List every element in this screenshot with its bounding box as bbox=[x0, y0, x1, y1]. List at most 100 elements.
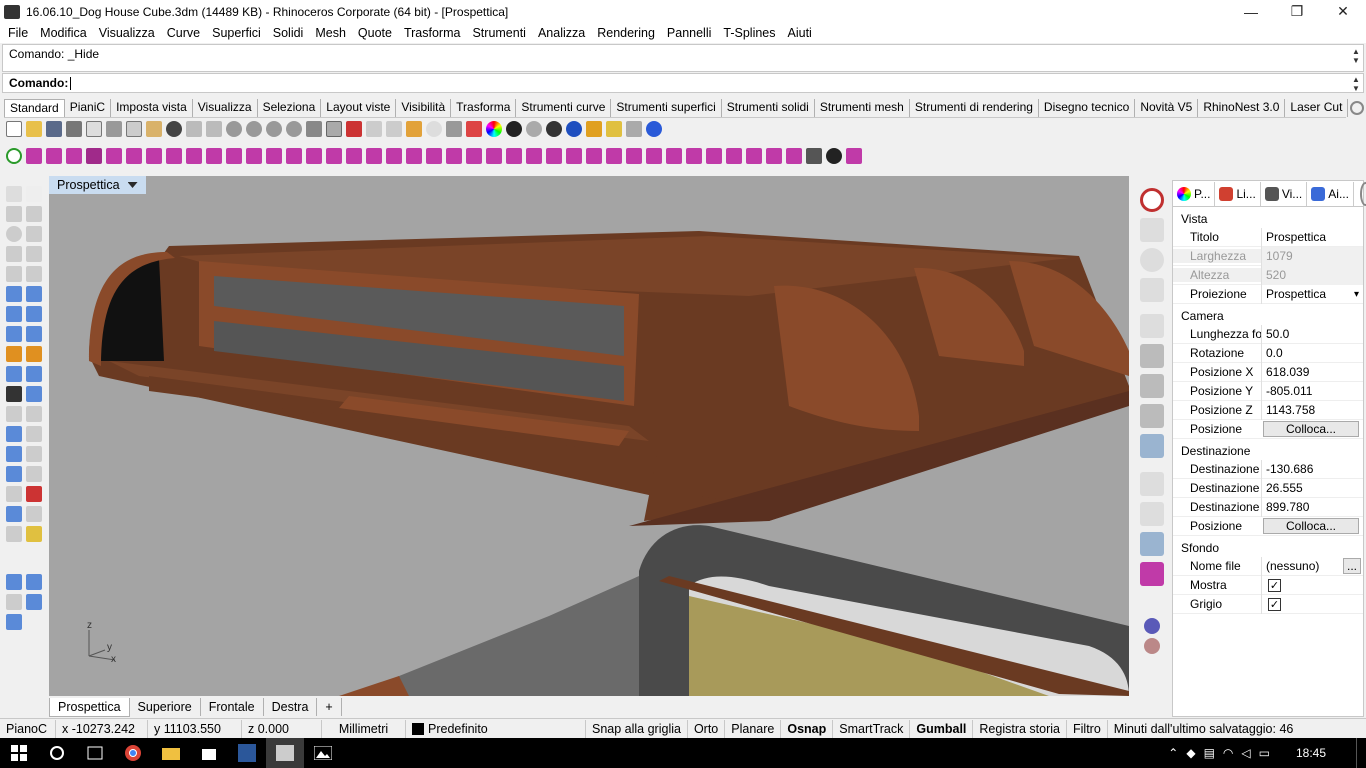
solid-tools-icon[interactable] bbox=[26, 306, 42, 322]
notifications-icon[interactable]: ▭ bbox=[1259, 746, 1270, 760]
zoom-extents-icon[interactable] bbox=[266, 121, 282, 137]
tspline-sweep-icon[interactable] bbox=[226, 148, 242, 164]
add-view-tab-button[interactable]: + bbox=[317, 698, 342, 716]
nome-file-field[interactable]: (nessuno)... bbox=[1261, 556, 1363, 576]
destinazione-colloca-button[interactable]: Colloca... bbox=[1263, 518, 1359, 534]
volume-icon[interactable]: ◁ bbox=[1241, 746, 1250, 760]
rotazione-field[interactable]: 0.0 bbox=[1261, 343, 1363, 363]
tab-imposta-vista[interactable]: Imposta vista bbox=[111, 99, 193, 117]
new-file-icon[interactable] bbox=[6, 121, 22, 137]
tspline-quadball-icon[interactable] bbox=[126, 148, 142, 164]
tspline-rail-icon[interactable] bbox=[246, 148, 262, 164]
status-gumball[interactable]: Gumball bbox=[910, 719, 974, 738]
curve-icon[interactable] bbox=[26, 206, 42, 222]
menu-solidi[interactable]: Solidi bbox=[267, 26, 310, 40]
power-icon[interactable] bbox=[6, 148, 22, 164]
tspline-ring-icon[interactable] bbox=[686, 148, 702, 164]
posizione-x-field[interactable]: 618.039 bbox=[1261, 362, 1363, 382]
point-icon[interactable] bbox=[26, 186, 42, 202]
viewport-title-tab[interactable]: Prospettica bbox=[49, 176, 146, 194]
polygon-icon[interactable] bbox=[26, 246, 42, 262]
clock[interactable]: 18:45 bbox=[1296, 746, 1326, 760]
ghosted-sphere-icon[interactable] bbox=[546, 121, 562, 137]
mesh-icon[interactable] bbox=[6, 366, 22, 382]
tspline-delete-icon[interactable] bbox=[326, 148, 342, 164]
status-layer[interactable]: Predefinito bbox=[406, 719, 586, 738]
task-view-icon[interactable] bbox=[76, 738, 114, 768]
menu-strumenti[interactable]: Strumenti bbox=[466, 26, 532, 40]
globe-icon[interactable] bbox=[1140, 248, 1164, 272]
panel-tab-help[interactable]: Ai... bbox=[1307, 181, 1354, 206]
tspline-extrude-icon[interactable] bbox=[166, 148, 182, 164]
tab-layout-viste[interactable]: Layout viste bbox=[321, 99, 397, 117]
destinazione-z-field[interactable]: 899.780 bbox=[1261, 497, 1363, 517]
lock-icon[interactable] bbox=[446, 121, 462, 137]
cylinder-icon[interactable] bbox=[6, 326, 22, 342]
viewport-menu-arrow-icon[interactable] bbox=[127, 182, 138, 188]
copy-icon[interactable] bbox=[126, 121, 142, 137]
view-tab-superiore[interactable]: Superiore bbox=[130, 698, 201, 716]
tab-standard[interactable]: Standard bbox=[4, 99, 65, 117]
minimize-button[interactable]: — bbox=[1228, 0, 1274, 23]
tspline-export-icon[interactable] bbox=[786, 148, 802, 164]
menu-analizza[interactable]: Analizza bbox=[532, 26, 591, 40]
menu-pannelli[interactable]: Pannelli bbox=[661, 26, 717, 40]
menu-tsplines[interactable]: T-Splines bbox=[717, 26, 781, 40]
transform-icon[interactable] bbox=[6, 446, 22, 462]
status-cplane[interactable]: PianoC bbox=[0, 719, 56, 738]
tab-strumenti-mesh[interactable]: Strumenti mesh bbox=[815, 99, 910, 117]
status-smarttrack[interactable]: SmartTrack bbox=[833, 719, 911, 738]
tspline-unweld-icon[interactable] bbox=[406, 148, 422, 164]
history-scrollbar[interactable]: ▲ ▼ bbox=[1350, 47, 1362, 71]
analyze-icon[interactable] bbox=[26, 386, 42, 402]
view-tab-frontale[interactable]: Frontale bbox=[201, 698, 264, 716]
array-icon[interactable] bbox=[6, 466, 22, 482]
panel-tab-properties[interactable]: P... bbox=[1173, 181, 1216, 206]
options-icon[interactable] bbox=[606, 121, 622, 137]
grigio-checkbox[interactable]: ✓ bbox=[1268, 597, 1281, 611]
store-icon[interactable] bbox=[190, 738, 228, 768]
destinazione-y-field[interactable]: 26.555 bbox=[1261, 478, 1363, 498]
chrome-icon[interactable] bbox=[114, 738, 152, 768]
tab-visualizza[interactable]: Visualizza bbox=[193, 99, 258, 117]
tspline-weld-icon[interactable] bbox=[386, 148, 402, 164]
texture-sphere-icon[interactable] bbox=[1144, 638, 1160, 654]
offset-icon[interactable] bbox=[26, 406, 42, 422]
fillet-icon[interactable] bbox=[6, 406, 22, 422]
text-icon[interactable] bbox=[6, 426, 22, 442]
lunghezza-focale-field[interactable]: 50.0 bbox=[1261, 324, 1363, 344]
cut-icon[interactable] bbox=[106, 121, 122, 137]
box-view-right-icon[interactable] bbox=[1140, 404, 1164, 428]
tspline-append-icon[interactable] bbox=[566, 148, 582, 164]
group-icon[interactable] bbox=[6, 506, 22, 522]
close-button[interactable]: ✕ bbox=[1320, 0, 1366, 23]
menu-modifica[interactable]: Modifica bbox=[34, 26, 93, 40]
tspline-symmetry-icon[interactable] bbox=[526, 148, 542, 164]
tspline-convert-icon[interactable] bbox=[266, 148, 282, 164]
drafting-icon[interactable] bbox=[6, 594, 22, 610]
surface-tools-icon[interactable] bbox=[26, 286, 42, 302]
open-file-icon[interactable] bbox=[26, 121, 42, 137]
stop-icon[interactable] bbox=[1140, 188, 1164, 212]
viewport-perspective[interactable]: Prospettica z y x bbox=[49, 176, 1129, 696]
tab-trasforma[interactable]: Trasforma bbox=[451, 99, 517, 117]
mirror-icon[interactable] bbox=[26, 466, 42, 482]
toolbar-settings-gear-icon[interactable] bbox=[1350, 101, 1364, 115]
gumball-icon[interactable] bbox=[1140, 218, 1164, 242]
search-icon[interactable] bbox=[38, 738, 76, 768]
cage-edit-icon[interactable] bbox=[6, 526, 22, 542]
scale-icon[interactable] bbox=[26, 486, 42, 502]
curve-tools-icon[interactable] bbox=[6, 266, 22, 282]
dropbox-icon[interactable]: ◆ bbox=[1186, 746, 1195, 760]
menu-visualizza[interactable]: Visualizza bbox=[93, 26, 161, 40]
shaded-sphere-icon[interactable] bbox=[506, 121, 522, 137]
tab-seleziona[interactable]: Seleziona bbox=[258, 99, 322, 117]
tspline-cylinder-icon[interactable] bbox=[46, 148, 62, 164]
menu-trasforma[interactable]: Trasforma bbox=[398, 26, 467, 40]
help-icon[interactable] bbox=[646, 121, 662, 137]
xray-sphere-icon[interactable] bbox=[566, 121, 582, 137]
rendered-sphere-icon[interactable] bbox=[526, 121, 542, 137]
tspline-info-icon[interactable] bbox=[726, 148, 742, 164]
mesh-tools-icon[interactable] bbox=[26, 366, 42, 382]
tspline-insert-point-icon[interactable] bbox=[306, 148, 322, 164]
